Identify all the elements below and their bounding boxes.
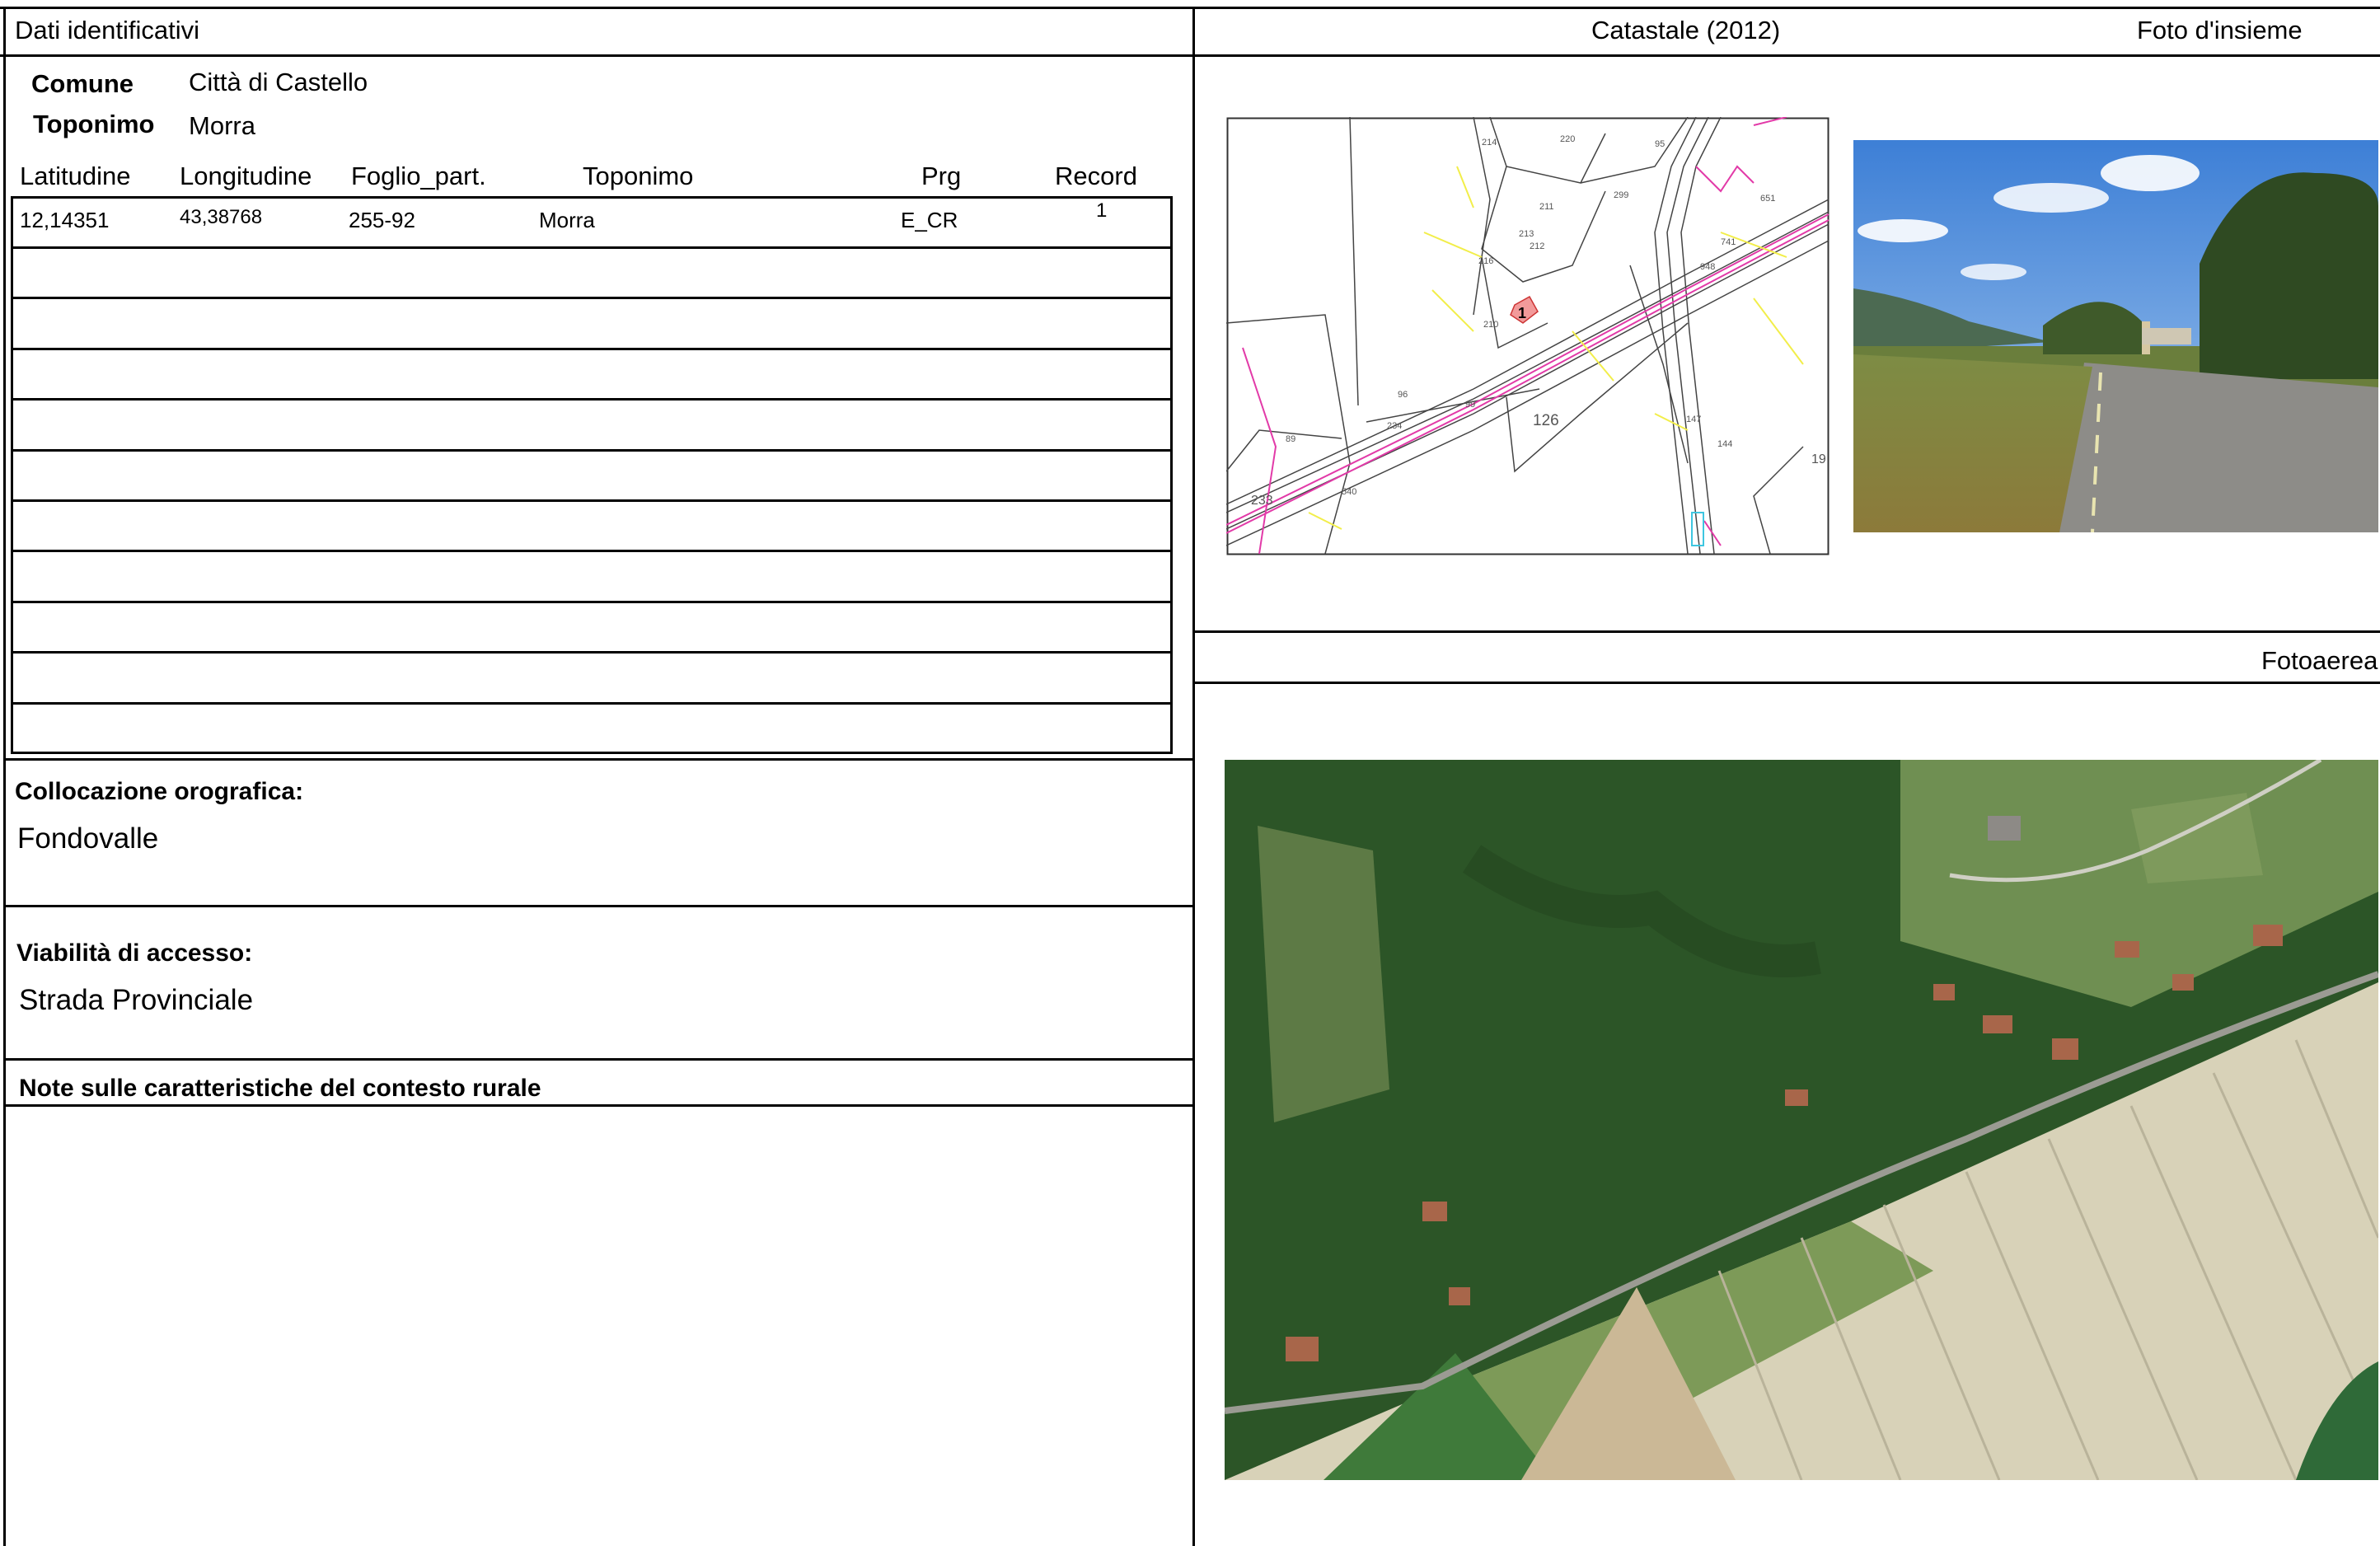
table-row-divider — [12, 601, 1171, 603]
map-label: 19 — [1811, 452, 1826, 466]
column-header-foglio: Foglio_part. — [351, 162, 486, 190]
column-header-toponimo: Toponimo — [583, 162, 694, 190]
divider-fotoaerea-top — [1192, 630, 2380, 633]
marker-label: 1 — [1518, 305, 1526, 321]
map-label: 147 — [1686, 415, 1701, 424]
table-row-divider — [12, 297, 1171, 299]
foto-insieme-title: Foto d'insieme — [2137, 16, 2303, 45]
map-label: 89 — [1286, 434, 1295, 444]
left-border — [3, 7, 6, 1546]
column-header-record: Record — [1055, 162, 1137, 190]
map-label: 540 — [1342, 487, 1356, 497]
toponimo-value: Morra — [189, 111, 255, 140]
table-row-divider — [12, 499, 1171, 502]
map-label: 299 — [1614, 190, 1628, 200]
map-label: 210 — [1483, 320, 1498, 330]
map-label: 216 — [1478, 256, 1493, 266]
viabilita-label: Viabilità di accesso: — [16, 939, 253, 967]
map-label: 99 — [1465, 400, 1475, 410]
orografia-value: Fondovalle — [17, 822, 159, 855]
toponimo-label: Toponimo — [33, 110, 155, 138]
map-label: 741 — [1721, 237, 1736, 247]
section-title-dati: Dati identificativi — [15, 16, 199, 45]
cell-foglio: 255-92 — [349, 208, 415, 232]
cell-record: 1 — [1096, 199, 1108, 222]
map-label: 96 — [1398, 390, 1408, 400]
divider-orografia — [3, 905, 1195, 907]
divider-fotoaerea-bottom — [1192, 682, 2380, 684]
cell-prg: E_CR — [901, 208, 958, 232]
map-label: 211 — [1539, 202, 1554, 212]
foto-insieme-photo — [1853, 140, 2378, 532]
map-label: 651 — [1760, 194, 1775, 204]
map-label: 220 — [1560, 134, 1575, 144]
map-label: 126 — [1533, 412, 1559, 429]
table-row-divider — [12, 449, 1171, 452]
divider-note — [3, 1104, 1195, 1107]
map-label: 95 — [1655, 139, 1665, 149]
cell-toponimo: Morra — [539, 208, 595, 232]
cadastral-map: 214 220 95 299 211 212 213 216 210 233 1… — [1226, 117, 1830, 555]
column-header-longitudine: Longitudine — [180, 162, 312, 190]
divider-table-bottom — [3, 758, 1195, 761]
divider-viabilita — [3, 1058, 1195, 1061]
orografia-label: Collocazione orografica: — [15, 778, 304, 805]
table-row-divider — [12, 651, 1171, 654]
comune-value: Città di Castello — [189, 68, 368, 96]
table-row-divider — [12, 246, 1171, 249]
viabilita-value: Strada Provinciale — [19, 984, 254, 1016]
map-label: 214 — [1482, 138, 1497, 148]
map-label: 144 — [1717, 439, 1732, 449]
aerial-photo — [1225, 760, 2378, 1480]
data-table — [11, 196, 1173, 754]
table-row-divider — [12, 348, 1171, 350]
map-label: 948 — [1700, 262, 1715, 272]
note-label: Note sulle caratteristiche del contesto … — [19, 1075, 541, 1102]
cell-longitudine: 43,38768 — [180, 206, 263, 228]
map-label: 212 — [1530, 241, 1544, 251]
cell-latitudine: 12,14351 — [20, 208, 110, 232]
table-row-divider — [12, 550, 1171, 552]
comune-label: Comune — [31, 69, 134, 98]
catastale-title: Catastale (2012) — [1591, 16, 1781, 45]
map-label: 234 — [1387, 421, 1402, 431]
map-label: 233 — [1251, 494, 1273, 508]
table-row-divider — [12, 702, 1171, 705]
table-row-divider — [12, 398, 1171, 401]
column-header-latitudine: Latitudine — [20, 162, 131, 190]
header-divider — [0, 54, 2380, 57]
column-header-prg: Prg — [921, 162, 962, 190]
center-divider — [1192, 7, 1195, 1546]
top-border — [0, 7, 2380, 9]
fotoaerea-title: Fotoaerea — [2261, 646, 2378, 675]
map-label: 213 — [1519, 229, 1534, 239]
